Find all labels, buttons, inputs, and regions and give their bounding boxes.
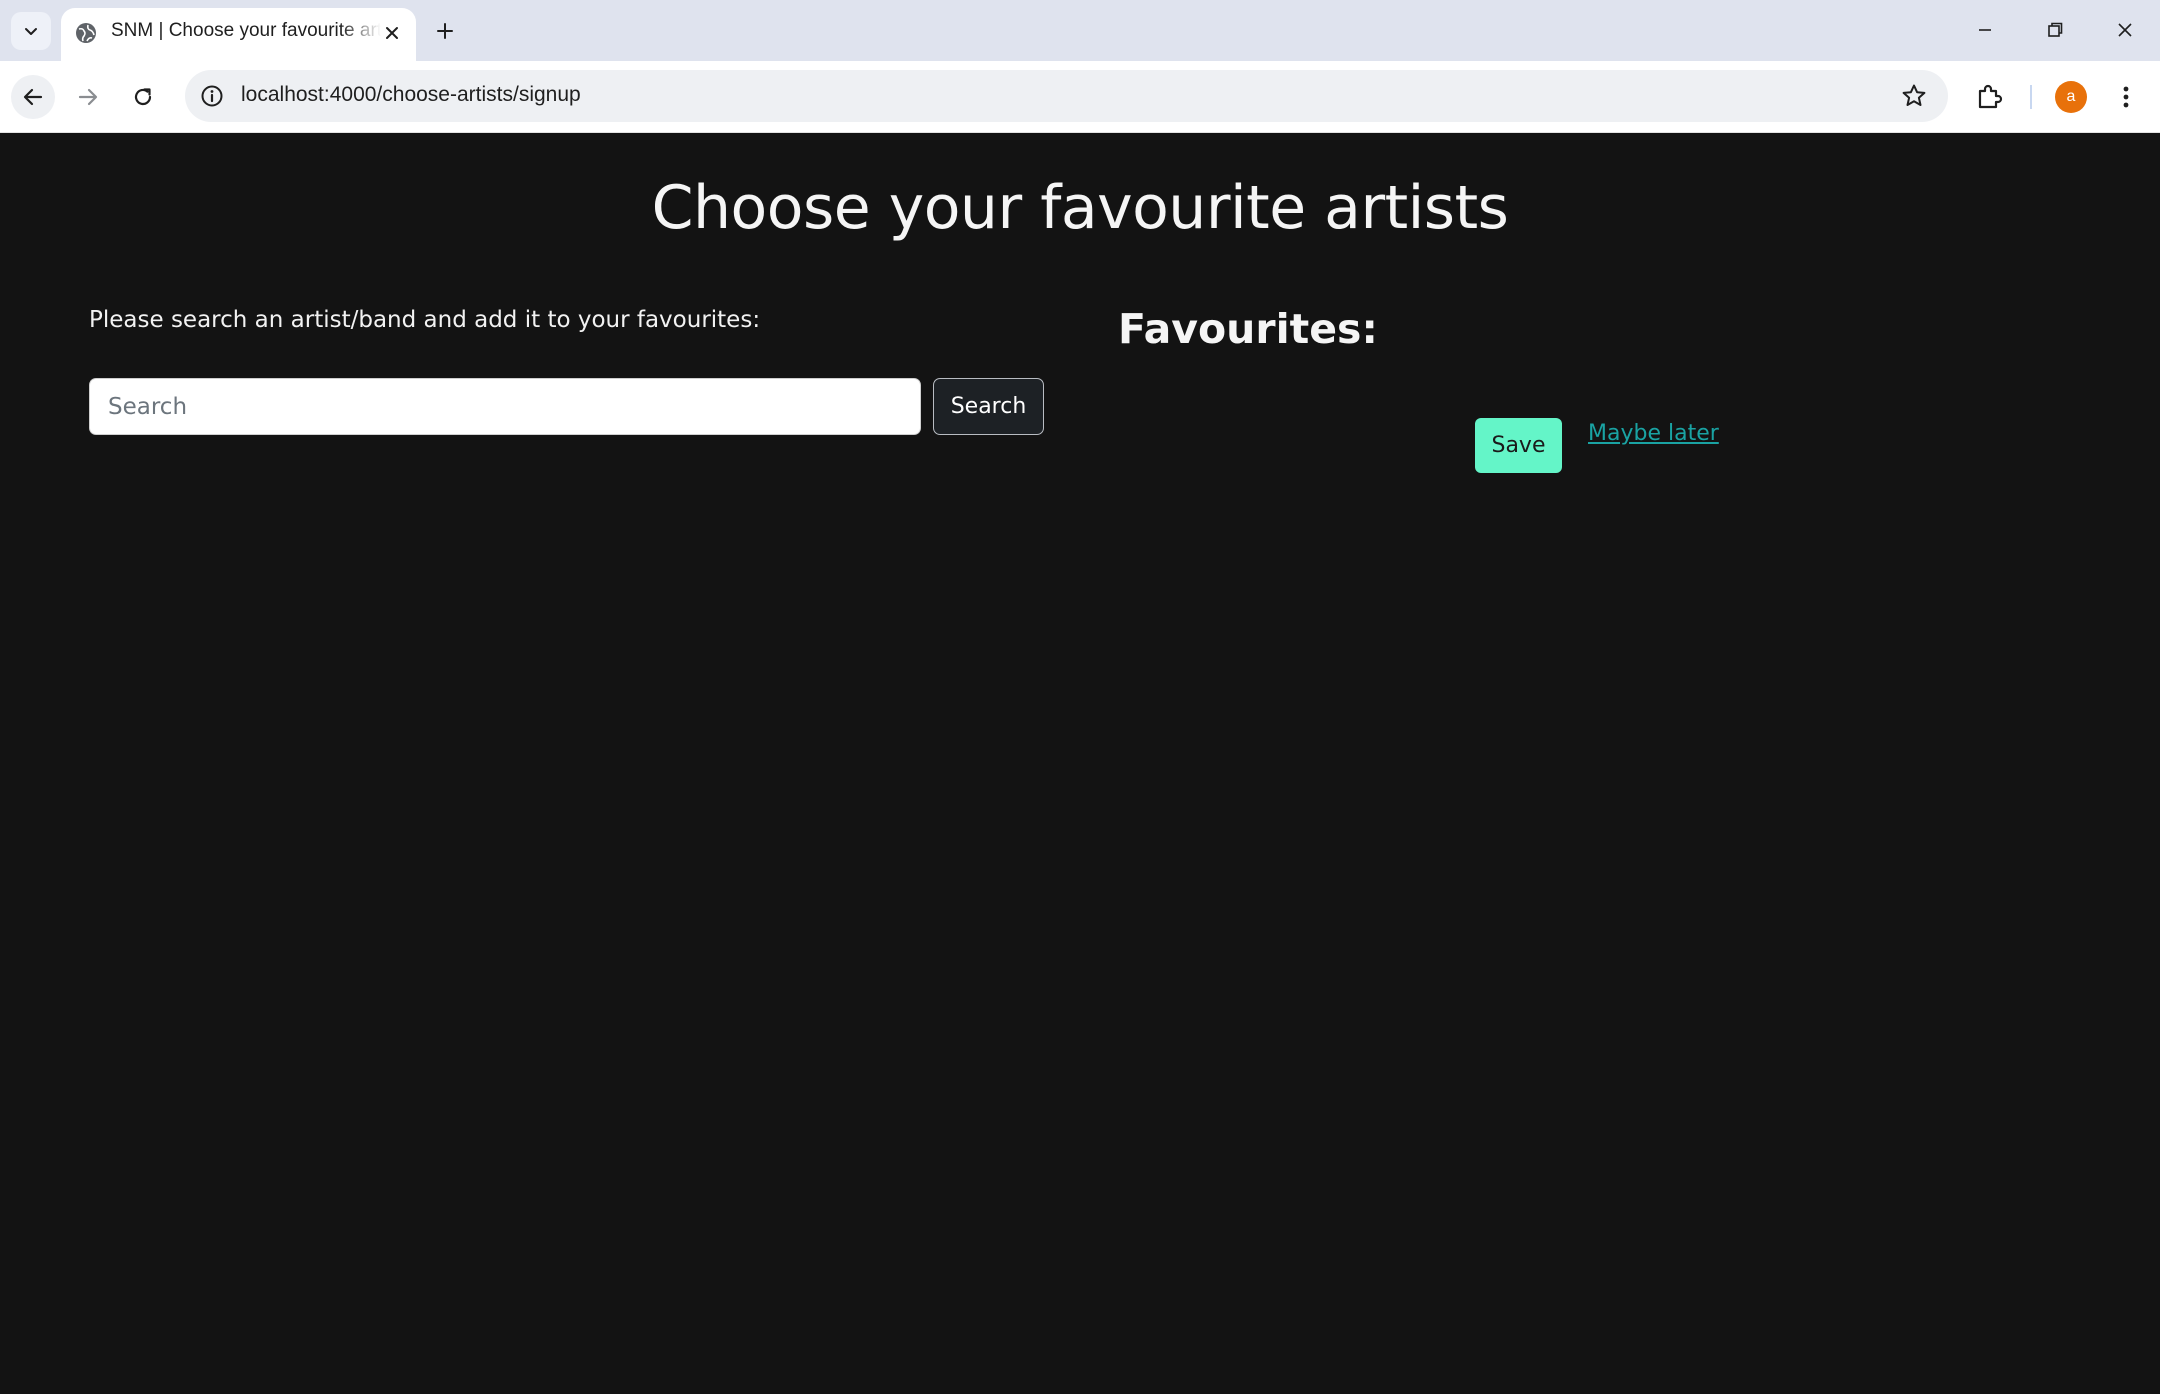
- close-icon: [386, 27, 398, 39]
- info-icon[interactable]: [199, 83, 225, 109]
- minimize-button[interactable]: [1955, 6, 2015, 54]
- tab-title: SNM | Choose your favourite artists: [111, 20, 381, 41]
- tab-strip: SNM | Choose your favourite artists: [0, 0, 2160, 61]
- close-icon: [2118, 23, 2132, 37]
- favourites-heading: Favourites:: [1118, 305, 1378, 353]
- profile-avatar[interactable]: a: [2055, 81, 2087, 113]
- search-button[interactable]: Search: [933, 378, 1044, 435]
- restore-button[interactable]: [2025, 6, 2085, 54]
- restore-icon: [2048, 22, 2063, 37]
- search-instructions: Please search an artist/band and add it …: [89, 307, 761, 333]
- back-button[interactable]: [11, 75, 55, 119]
- toolbar-divider: [2030, 85, 2032, 109]
- maybe-later-link[interactable]: Maybe later: [1588, 421, 1719, 446]
- arrow-left-icon: [23, 88, 43, 106]
- minimize-icon: [1979, 29, 1991, 31]
- url-text: localhost:4000/choose-artists/signup: [241, 83, 581, 106]
- kebab-menu-icon[interactable]: [2114, 81, 2138, 113]
- chevron-down-icon: [25, 28, 37, 35]
- save-button[interactable]: Save: [1475, 418, 1562, 473]
- active-tab[interactable]: SNM | Choose your favourite artists: [61, 8, 416, 61]
- browser-toolbar: localhost:4000/choose-artists/signup a: [0, 61, 2160, 133]
- address-bar[interactable]: localhost:4000/choose-artists/signup: [185, 70, 1948, 122]
- plus-icon: [437, 23, 453, 39]
- star-icon[interactable]: [1900, 82, 1928, 110]
- search-input[interactable]: [89, 378, 921, 435]
- new-tab-button[interactable]: [426, 12, 464, 50]
- puzzle-icon[interactable]: [1973, 81, 2005, 113]
- arrow-right-icon: [78, 88, 98, 106]
- forward-button[interactable]: [66, 75, 110, 119]
- page-content: Choose your favourite artists Please sea…: [0, 133, 2160, 1394]
- reload-icon: [134, 88, 152, 106]
- globe-icon: [76, 23, 96, 43]
- tab-close-button[interactable]: [380, 21, 404, 45]
- reload-button[interactable]: [121, 75, 165, 119]
- page-title: Choose your favourite artists: [651, 173, 1509, 243]
- window-close-button[interactable]: [2095, 6, 2155, 54]
- tab-search-button[interactable]: [11, 12, 51, 50]
